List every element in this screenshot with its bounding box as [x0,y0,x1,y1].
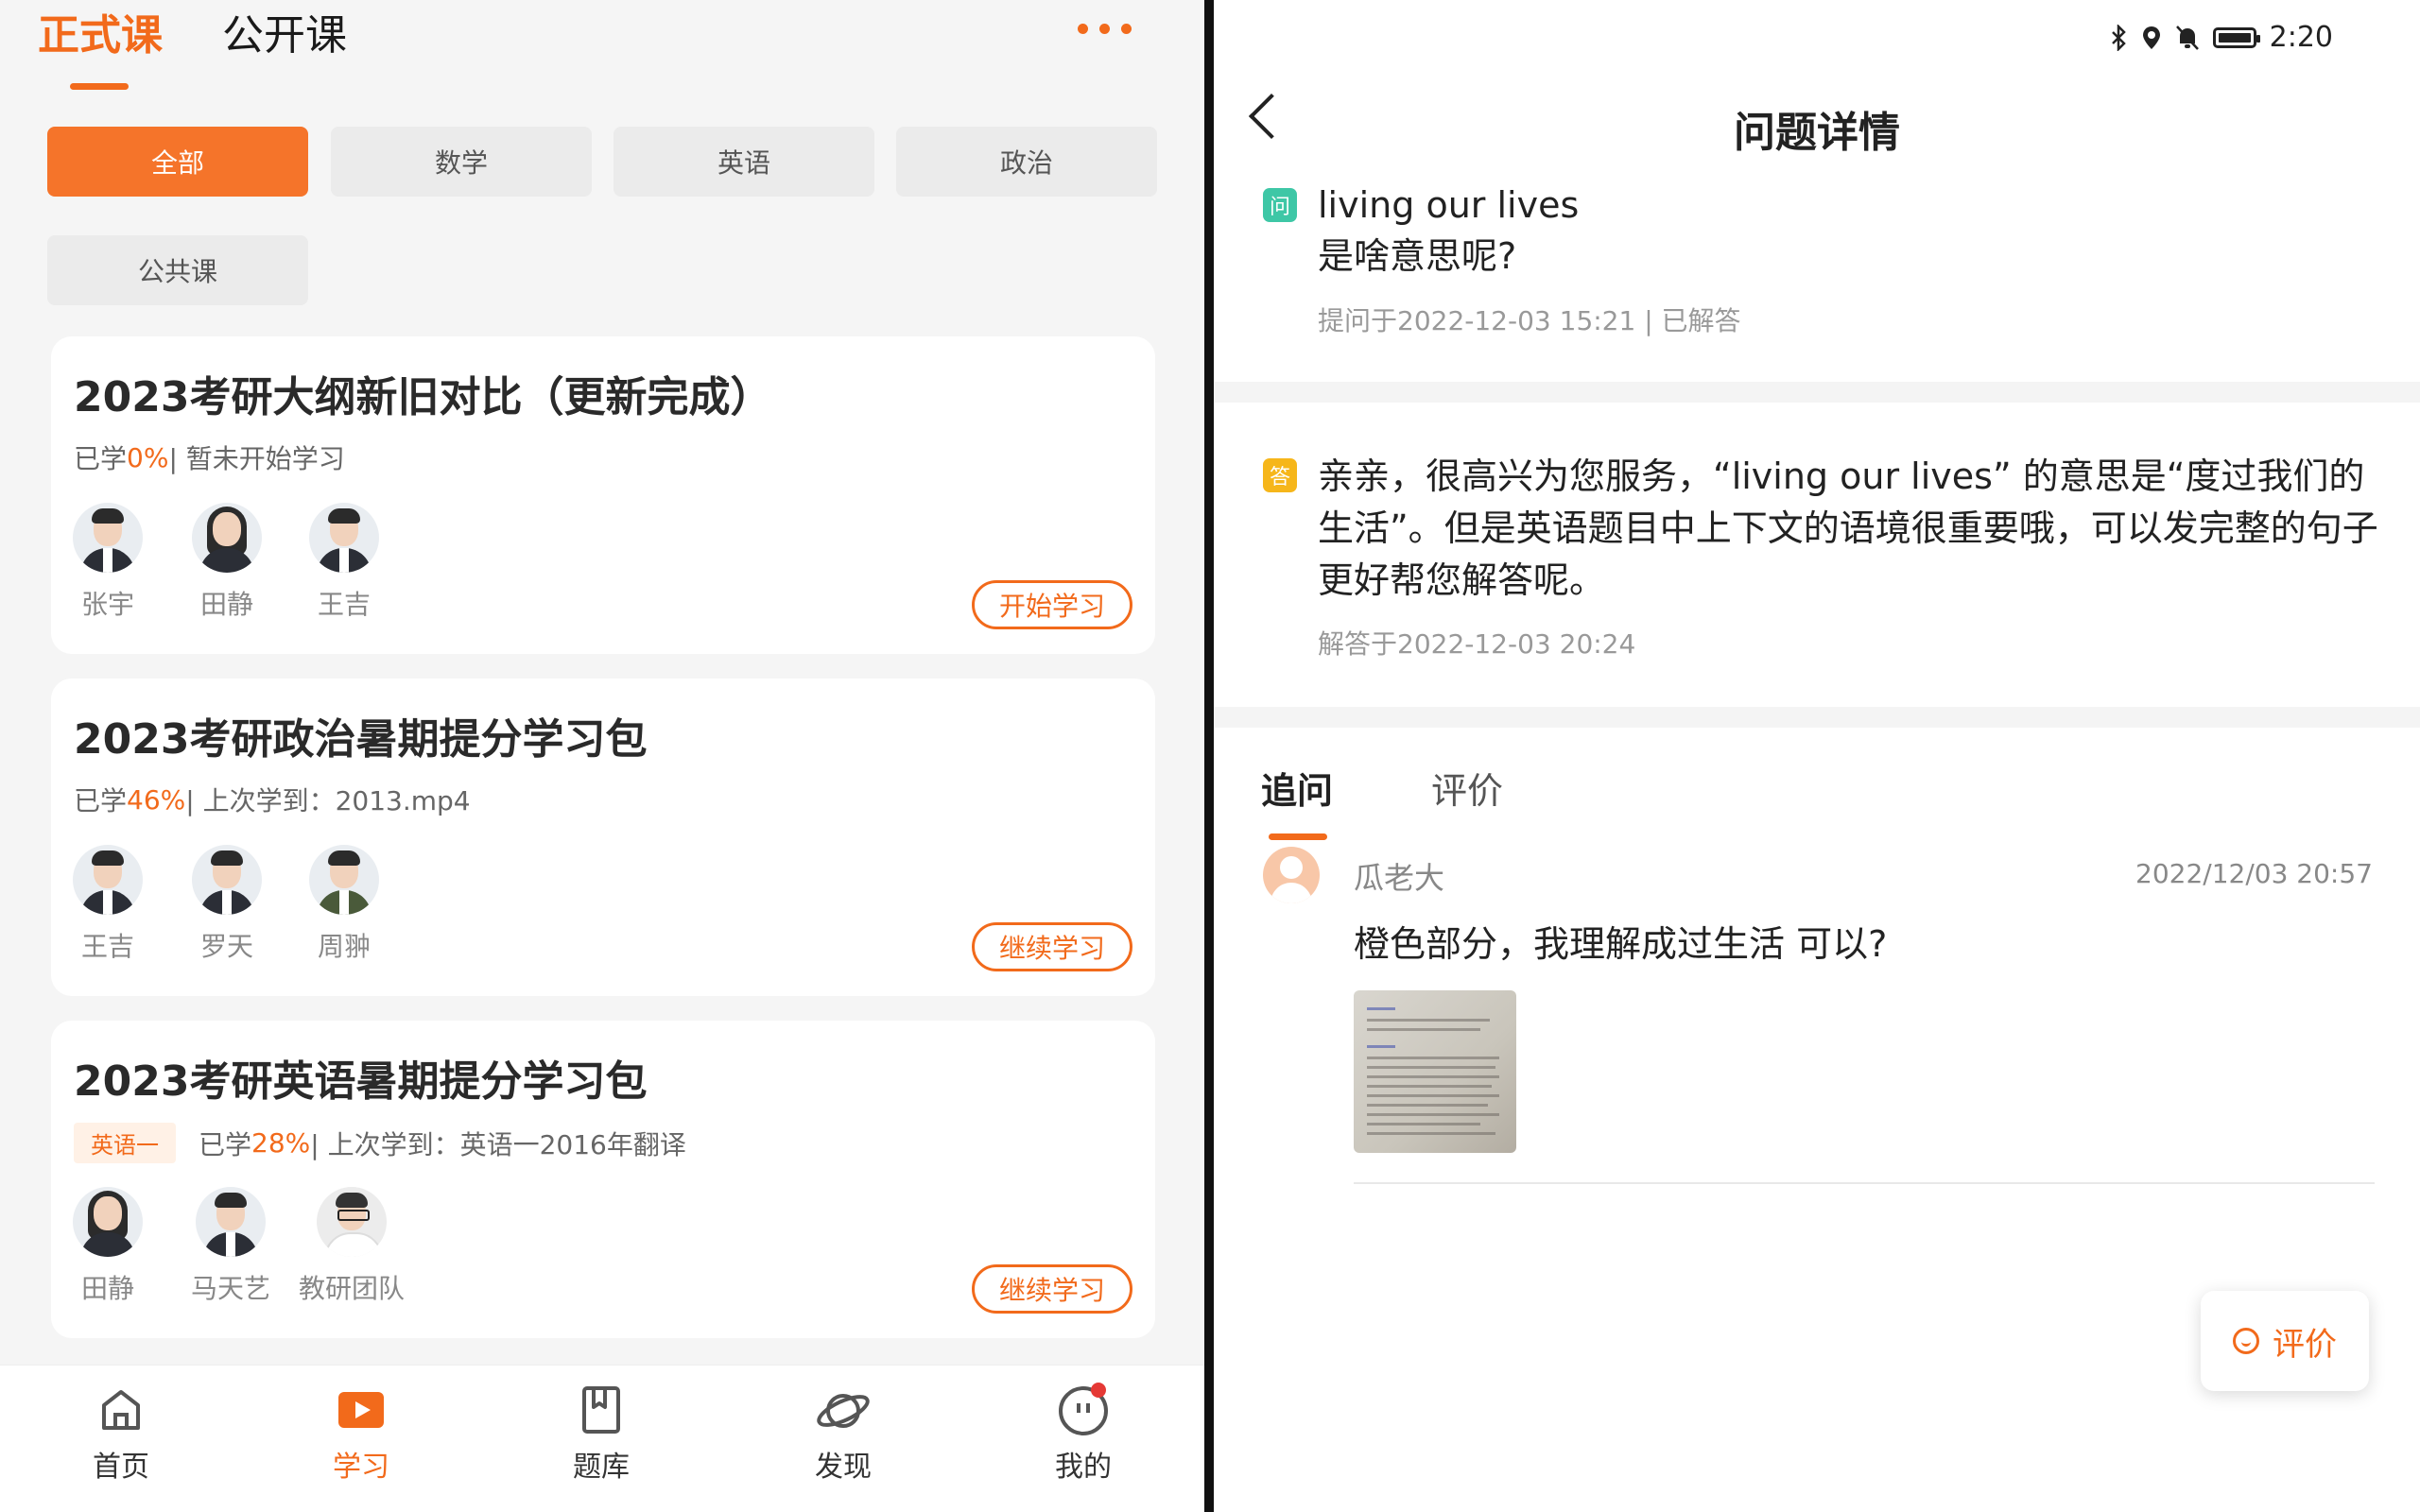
split-divider[interactable] [1204,0,1214,1512]
teacher: 田静 [170,503,284,622]
nav-discover[interactable]: 发现 [777,1381,909,1485]
home-icon [93,1381,149,1437]
question-detail-pane: 2:20 问题详情 问 living our lives 是啥意思呢? 提问于2… [1214,0,2420,1512]
continue-learning-button[interactable]: 继续学习 [972,922,1132,971]
filter-chip-politics[interactable]: 政治 [896,127,1157,197]
avatar [73,503,143,573]
teacher: 教研团队 [295,1187,408,1306]
filter-chip-math[interactable]: 数学 [331,127,592,197]
followup-attachment-image[interactable] [1354,990,1516,1153]
battery-icon [2212,26,2260,48]
teacher: 王吉 [51,845,164,964]
nav-home[interactable]: 首页 [55,1381,187,1485]
avatar [73,1187,143,1257]
mute-icon [2175,25,2199,50]
course-card[interactable]: 2023考研政治暑期提分学习包 已学 46% | 上次学到：2013.mp4 王吉… [51,679,1155,996]
answer-text: 亲亲，很高兴为您服务，“living our lives” 的意思是“度过我们的… [1318,455,2378,601]
nav-question-bank[interactable]: 题库 [535,1381,667,1485]
avatar [1263,847,1320,903]
avatar [192,503,262,573]
start-learning-button[interactable]: 开始学习 [972,580,1132,629]
followup-text: 橙色部分，我理解成过生活 可以? [1354,923,1888,965]
avatar [317,1187,387,1257]
teacher: 马天艺 [174,1187,287,1306]
tab-public-course[interactable]: 公开课 [222,6,347,66]
nav-mine[interactable]: 我的 [1017,1381,1150,1485]
active-tab-indicator [70,83,129,90]
nav-study[interactable]: 学习 [295,1381,427,1485]
course-progress: 已学 0% | 暂未开始学习 [74,441,345,475]
planet-icon [815,1381,872,1437]
teacher: 王吉 [287,503,401,622]
rate-button[interactable]: 评价 [2201,1291,2369,1391]
bottom-navigation: 首页 学习 题库 发现 我的 [0,1365,1204,1512]
teacher: 周翀 [287,845,401,964]
avatar [73,845,143,915]
filter-chip-public-course[interactable]: 公共课 [47,235,308,305]
continue-learning-button[interactable]: 继续学习 [972,1264,1132,1314]
filter-chip-all[interactable]: 全部 [47,127,308,197]
teacher: 罗天 [170,845,284,964]
question-text: living our lives 是啥意思呢? [1318,184,1580,277]
location-icon [2142,26,2160,49]
course-title: 2023考研英语暑期提分学习包 [74,1057,648,1106]
avatar [192,845,262,915]
course-list-pane: 正式课 公开课 全部 数学 英语 政治 公共课 2023考研大纲新旧对比（更新完… [0,0,1204,1512]
status-bar: 2:20 [2109,21,2333,54]
active-tab-indicator [1269,833,1327,840]
section-divider [1214,707,2420,728]
divider [1354,1182,2375,1184]
followup-user-name: 瓜老大 [1354,860,1445,896]
course-title: 2023考研政治暑期提分学习包 [74,715,648,764]
bluetooth-icon [2111,24,2126,51]
course-progress: 已学 46% | 上次学到：2013.mp4 [74,783,471,817]
course-card[interactable]: 2023考研大纲新旧对比（更新完成） 已学 0% | 暂未开始学习 张宇 田静 王… [51,336,1155,654]
question-meta: 提问于2022-12-03 15:21 | 已解答 [1318,305,1741,336]
tab-rate[interactable]: 评价 [1431,762,1503,814]
avatar [196,1187,266,1257]
book-icon [573,1381,630,1437]
more-options-icon[interactable] [1078,21,1144,36]
answer-meta: 解答于2022-12-03 20:24 [1318,628,1636,660]
filter-chip-english[interactable]: 英语 [614,127,874,197]
course-title: 2023考研大纲新旧对比（更新完成） [74,373,772,421]
course-card[interactable]: 2023考研英语暑期提分学习包 英语一 已学 28% | 上次学到：英语一2016年… [51,1021,1155,1338]
question-badge-icon: 问 [1263,188,1297,222]
course-tag: 英语一 [74,1123,176,1163]
teacher: 田静 [51,1187,164,1306]
profile-icon [1055,1381,1112,1437]
tab-formal-course[interactable]: 正式课 [38,6,163,66]
avatar [309,503,379,573]
play-icon [333,1381,389,1437]
tab-followup[interactable]: 追问 [1261,762,1333,814]
section-divider [1214,382,2420,403]
course-progress: 英语一 已学 28% | 上次学到：英语一2016年翻译 [74,1123,686,1163]
smile-icon [2233,1328,2259,1354]
page-title: 问题详情 [1734,109,1900,157]
status-time: 2:20 [2269,21,2333,54]
avatar [309,845,379,915]
answer-badge-icon: 答 [1263,458,1297,492]
teacher: 张宇 [51,503,164,622]
followup-timestamp: 2022/12/03 20:57 [2135,858,2373,889]
